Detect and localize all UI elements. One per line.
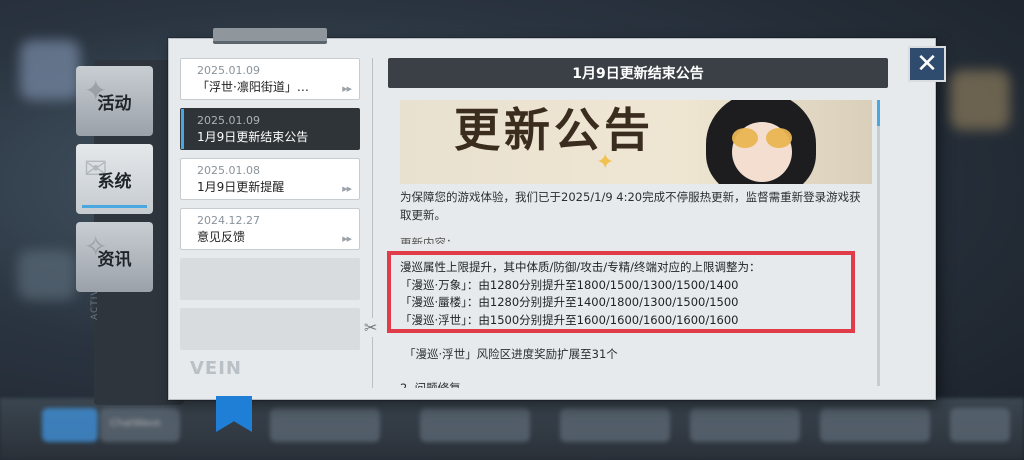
column-divider [372, 58, 373, 388]
banner-title: 更新公告 [454, 103, 654, 157]
close-button[interactable]: ✕ [908, 46, 946, 82]
section-label: 更新内容： [400, 236, 458, 244]
active-tab-indicator [82, 205, 147, 208]
announcement-date: 2025.01.09 [197, 114, 260, 127]
background-blob [20, 40, 80, 100]
tab-system[interactable]: ✉ 系统 [76, 144, 153, 214]
announcement-body: 为保障您的游戏体验，我们已于2025/1/9 4:20完成不停服热更新，监督需重… [400, 188, 870, 244]
tab-activity[interactable]: ✦ 活动 [76, 66, 153, 136]
dock-item[interactable] [420, 408, 530, 442]
dock-item[interactable] [690, 408, 800, 442]
background-blob [18, 250, 76, 300]
announcement-date: 2024.12.27 [197, 214, 260, 227]
star-icon: ✦ [596, 150, 615, 175]
content-scrollbar[interactable] [877, 100, 880, 386]
dock-item[interactable]: ChatWave [100, 408, 180, 442]
scrollbar-thumb[interactable] [877, 100, 880, 126]
red-highlight-box [387, 251, 855, 333]
vein-logo: VEIN [190, 358, 242, 379]
close-icon: ✕ [916, 49, 938, 79]
play-icon: ▶▶ [342, 235, 352, 243]
scissors-icon: ✂ [364, 318, 378, 337]
dock-item[interactable] [270, 408, 380, 442]
announcement-title: 1月9日更新提醒 [197, 180, 285, 194]
background-blob [950, 70, 1010, 130]
dock-item[interactable] [950, 408, 1010, 442]
announcement-item[interactable]: 2024.12.27 意见反馈 ▶▶ [180, 208, 360, 250]
dock-item[interactable] [820, 408, 930, 442]
panel-clip [213, 28, 327, 44]
lightbulb-icon: ✧ [84, 230, 108, 263]
message-icon: ✉ [84, 152, 108, 185]
dock-item[interactable] [42, 408, 98, 442]
announcement-header: 1月9日更新结束公告 [388, 58, 888, 88]
character-glasses [766, 128, 792, 148]
announcement-title: 「浮世·凛阳街道」… [197, 80, 309, 94]
announcement-item[interactable]: 2025.01.08 1月9日更新提醒 ▶▶ [180, 158, 360, 200]
announcement-title: 1月9日更新结束公告 [197, 130, 309, 144]
play-icon: ▶▶ [342, 85, 352, 93]
next-section-heading: 2. 问题修复 [400, 381, 461, 388]
dock-item[interactable] [560, 408, 670, 442]
empty-slot [180, 258, 360, 300]
reward-line: 「漫巡·浮世」风险区进度奖励扩展至31个 [404, 347, 618, 361]
announcement-item[interactable]: 2025.01.09 1月9日更新结束公告 [180, 108, 360, 150]
play-icon: ▶▶ [342, 185, 352, 193]
character-glasses [732, 128, 758, 148]
intro-paragraph: 为保障您的游戏体验，我们已于2025/1/9 4:20完成不停服热更新，监督需重… [400, 190, 861, 222]
dock-item-label: ChatWave [110, 418, 161, 429]
tab-news[interactable]: ✧ 资讯 [76, 222, 153, 292]
announcement-date: 2025.01.08 [197, 164, 260, 177]
empty-slot [180, 308, 360, 350]
announcement-date: 2025.01.09 [197, 64, 260, 77]
announcement-title: 意见反馈 [197, 230, 246, 244]
announcement-banner: 更新公告 ✦ [400, 100, 872, 184]
gift-icon: ✦ [84, 74, 108, 107]
announcement-item[interactable]: 2025.01.09 「浮世·凛阳街道」… ▶▶ [180, 58, 360, 100]
